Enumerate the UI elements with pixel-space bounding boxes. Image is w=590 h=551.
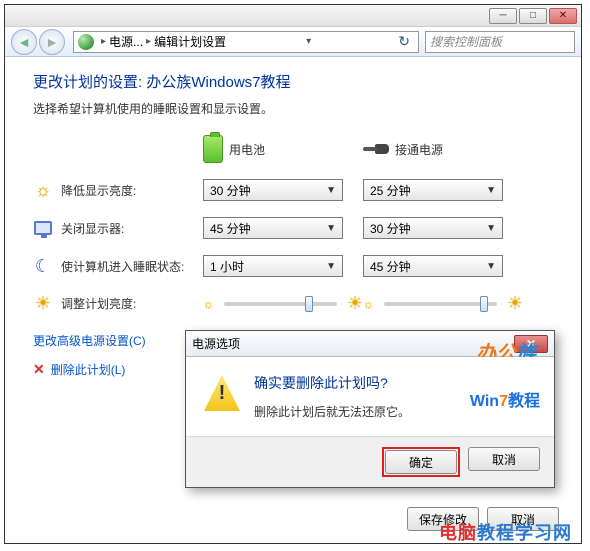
- dim-display-row: ☼ 降低显示亮度:: [33, 180, 203, 200]
- page-subtitle: 选择希望计算机使用的睡眠设置和显示设置。: [33, 100, 553, 117]
- chevron-down-icon: ▼: [326, 185, 336, 196]
- dialog-title: 电源选项: [192, 335, 240, 352]
- watermark-text: 电脑: [439, 523, 477, 543]
- sun-small-icon: ☼: [363, 297, 374, 311]
- slider-thumb[interactable]: [305, 296, 313, 312]
- sleep-battery-value: 1 小时: [210, 258, 244, 275]
- warning-icon: !: [204, 375, 240, 411]
- watermark-text: 教程学习网: [477, 523, 572, 543]
- sleep-ac-value: 45 分钟: [370, 258, 411, 275]
- dim-battery-value: 30 分钟: [210, 182, 251, 199]
- plugged-in-header: 接通电源: [363, 141, 523, 158]
- ok-highlight: 确定: [382, 447, 460, 477]
- plug-icon: [363, 142, 389, 156]
- dialog-text: 确实要删除此计划吗? 删除此计划后就无法还原它。: [254, 373, 410, 420]
- dialog-footer: 确定 取消: [186, 436, 554, 487]
- nav-forward-button[interactable]: ►: [39, 29, 65, 55]
- dialog-question: 确实要删除此计划吗?: [254, 373, 410, 393]
- power-settings-grid: 用电池 接通电源 ☼ 降低显示亮度: 30 分钟 ▼ 25 分钟 ▼ 关闭显示器…: [33, 135, 553, 314]
- address-bar[interactable]: ▸ 电源... ▸ 编辑计划设置 ▾ ↻: [73, 31, 419, 53]
- off-ac-dropdown[interactable]: 30 分钟 ▼: [363, 217, 503, 239]
- dialog-message: 删除此计划后就无法还原它。: [254, 403, 410, 420]
- dim-ac-value: 25 分钟: [370, 182, 411, 199]
- control-panel-icon: [78, 34, 94, 50]
- sun-dim-icon: ☼: [33, 180, 53, 200]
- search-input[interactable]: 搜索控制面板: [425, 31, 575, 53]
- watermark-text: 7: [499, 393, 508, 410]
- dim-battery-dropdown[interactable]: 30 分钟 ▼: [203, 179, 343, 201]
- dim-ac-dropdown[interactable]: 25 分钟 ▼: [363, 179, 503, 201]
- off-ac-value: 30 分钟: [370, 220, 411, 237]
- chevron-down-icon: ▼: [486, 223, 496, 234]
- slider-track[interactable]: [224, 302, 337, 306]
- sun-icon: ☀: [33, 294, 53, 314]
- maximize-button[interactable]: □: [519, 8, 547, 24]
- brightness-row: ☀ 调整计划亮度:: [33, 294, 203, 314]
- titlebar: ─ □ ✕: [5, 5, 581, 27]
- nav-back-button[interactable]: ◄: [11, 29, 37, 55]
- minimize-button[interactable]: ─: [489, 8, 517, 24]
- search-placeholder: 搜索控制面板: [430, 33, 502, 50]
- slider-thumb[interactable]: [480, 296, 488, 312]
- sun-small-icon: ☼: [203, 297, 214, 311]
- watermark-win7: Win7教程: [470, 387, 540, 411]
- sleep-row: ☾ 使计算机进入睡眠状态:: [33, 256, 203, 276]
- on-battery-label: 用电池: [229, 141, 265, 158]
- turn-off-display-label: 关闭显示器:: [61, 220, 124, 237]
- dialog-body: ! 确实要删除此计划吗? 删除此计划后就无法还原它。 Win7教程: [186, 357, 554, 436]
- monitor-icon: [33, 218, 53, 238]
- brightness-ac-slider[interactable]: ☼ ☀: [363, 293, 523, 314]
- chevron-down-icon: ▼: [326, 223, 336, 234]
- dropdown-chevron-icon[interactable]: ▾: [306, 36, 311, 47]
- brightness-label: 调整计划亮度:: [61, 295, 136, 312]
- ok-button[interactable]: 确定: [385, 450, 457, 474]
- sleep-label: 使计算机进入睡眠状态:: [61, 258, 184, 275]
- chevron-down-icon: ▼: [486, 261, 496, 272]
- dialog-cancel-button[interactable]: 取消: [468, 447, 540, 471]
- watermark-text: 教程: [508, 393, 540, 410]
- chevron-down-icon: ▼: [326, 261, 336, 272]
- navigation-toolbar: ◄ ► ▸ 电源... ▸ 编辑计划设置 ▾ ↻ 搜索控制面板: [5, 27, 581, 57]
- sleep-battery-dropdown[interactable]: 1 小时 ▼: [203, 255, 343, 277]
- sun-large-icon: ☀: [507, 293, 523, 314]
- off-battery-dropdown[interactable]: 45 分钟 ▼: [203, 217, 343, 239]
- plugged-in-label: 接通电源: [395, 141, 443, 158]
- moon-icon: ☾: [33, 256, 53, 276]
- chevron-down-icon: ▼: [486, 185, 496, 196]
- slider-track[interactable]: [384, 302, 497, 306]
- sun-large-icon: ☀: [347, 293, 363, 314]
- breadcrumb-item[interactable]: 编辑计划设置: [154, 33, 226, 50]
- dim-display-label: 降低显示亮度:: [61, 182, 136, 199]
- page-title: 更改计划的设置: 办公族Windows7教程: [33, 71, 553, 92]
- refresh-icon[interactable]: ↻: [394, 33, 414, 50]
- window-close-button[interactable]: ✕: [549, 8, 577, 24]
- page-watermark: 电脑教程学习网: [439, 519, 572, 545]
- brightness-battery-slider[interactable]: ☼ ☀: [203, 293, 363, 314]
- chevron-right-icon: ▸: [146, 36, 151, 47]
- delete-plan-label: 删除此计划(L): [51, 361, 126, 378]
- watermark-text: Win: [470, 393, 499, 410]
- sleep-ac-dropdown[interactable]: 45 分钟 ▼: [363, 255, 503, 277]
- turn-off-display-row: 关闭显示器:: [33, 218, 203, 238]
- breadcrumb-item[interactable]: 电源...: [109, 33, 143, 50]
- delete-x-icon: ✕: [33, 361, 45, 378]
- confirm-delete-dialog: 电源选项 ✕ 办公族 Officezu.com ! 确实要删除此计划吗? 删除此…: [185, 330, 555, 488]
- off-battery-value: 45 分钟: [210, 220, 251, 237]
- chevron-right-icon: ▸: [101, 36, 106, 47]
- on-battery-header: 用电池: [203, 135, 363, 163]
- battery-icon: [203, 135, 223, 163]
